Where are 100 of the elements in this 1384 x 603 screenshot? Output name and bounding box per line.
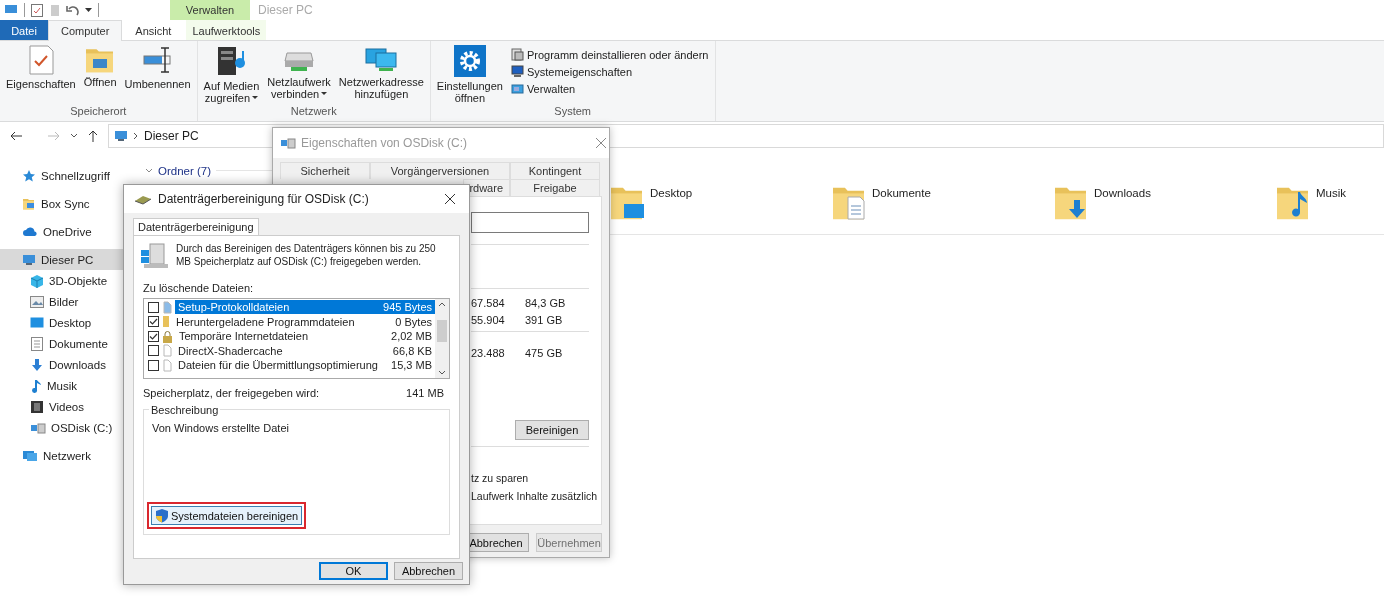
group-label: Netzwerk [289, 105, 338, 117]
ribbon-tab[interactable]: Ansicht [122, 20, 185, 40]
dialog-button[interactable]: Abbrechen [394, 562, 463, 580]
ribbon-tab[interactable]: Laufwerktools [186, 20, 267, 40]
chevron-down-icon[interactable] [70, 133, 78, 139]
description-text: Von Windows erstellte Datei [152, 422, 290, 434]
sidebar-item[interactable]: OneDrive [0, 221, 130, 242]
option-label: Laufwerk Inhalte zusätzlich [471, 490, 598, 504]
byte-count: 23.488 [471, 346, 506, 359]
folder-name[interactable]: Dokumente [872, 182, 931, 199]
sidebar-item[interactable]: Musik [0, 375, 130, 396]
group-header[interactable]: Ordner (7) [158, 164, 212, 177]
sidebar-item[interactable]: Dokumente [0, 333, 130, 354]
shield-icon [155, 508, 169, 523]
system-files-button[interactable]: Systemdateien bereinigen [151, 506, 303, 525]
file-list[interactable]: Setup-Protokolldateien 945 Bytes Heruntergeladene Programmdateien 0 Bytes Temporäre Internetdateien 2,02 MB DirectX-Shadercache 66,8 KB Dateien für die Übermittlungsoptimierung 15,3 MB [143, 298, 450, 379]
ribbon-button[interactable]: Netzwerkadresse hinzufügen [336, 45, 426, 105]
drive-cleanup-icon [140, 240, 170, 268]
cube-icon [30, 273, 44, 288]
size-value: 475 GB [525, 346, 563, 359]
sidebar-item[interactable]: OSDisk (C:) [0, 417, 130, 438]
sidebar-item[interactable]: Netzwerk [0, 445, 130, 466]
ribbon-button[interactable]: Umbenennen [122, 45, 193, 105]
dialog-title: Eigenschaften von OSDisk (C:) [301, 136, 469, 150]
folder-name[interactable]: Desktop [650, 182, 693, 199]
caret-icon[interactable] [85, 7, 92, 13]
sidebar-item[interactable]: Box Sync [0, 193, 130, 214]
undo-icon[interactable] [66, 3, 79, 17]
tool-group-header: Verwalten [170, 0, 250, 20]
address-path: Dieser PC [144, 129, 199, 143]
computer-icon [22, 253, 36, 266]
dialog-title: Datenträgerbereinigung für OSDisk (C:) [158, 192, 370, 206]
space-value: 141 MB [406, 387, 444, 399]
drive-icon [30, 421, 46, 434]
dialog-tab[interactable]: Sicherheit [280, 162, 370, 179]
file-icon [162, 344, 172, 358]
folder-name[interactable]: Downloads [1094, 182, 1151, 199]
program-icon [510, 48, 524, 61]
music-note-icon [30, 378, 42, 393]
ribbon-button[interactable]: Eigenschaften [4, 45, 78, 105]
scroll-up-icon[interactable] [438, 302, 446, 307]
close-icon[interactable] [443, 192, 457, 206]
ribbon-button[interactable]: Auf Medien zugreifen [201, 45, 262, 105]
folder-name[interactable]: Musik [1316, 182, 1347, 199]
group-label: System [553, 105, 592, 117]
ribbon-button[interactable]: Verwalten [508, 81, 711, 96]
computer-icon[interactable] [4, 4, 18, 16]
ribbon-button[interactable]: Systemeigenschaften [508, 64, 711, 79]
file-row[interactable]: Dateien für die Übermittlungsoptimierung 15,3 MB [175, 358, 435, 373]
dialog-tab[interactable]: Vorgängerversionen [370, 162, 510, 179]
media-server-icon [215, 45, 248, 77]
file-icon [162, 300, 172, 314]
lock-icon [162, 329, 173, 343]
size-value: 84,3 GB [525, 296, 566, 309]
ribbon-button[interactable]: Einstellungen öffnen [434, 45, 505, 105]
ribbon-button[interactable]: Netzlaufwerk verbinden [265, 45, 333, 105]
sidebar-item[interactable]: Downloads [0, 354, 130, 375]
drive-icon [280, 137, 296, 149]
group-label: Beschreibung [149, 404, 221, 416]
scroll-thumb[interactable] [437, 319, 447, 342]
checklist-icon [26, 45, 55, 75]
checkbox[interactable] [148, 316, 159, 328]
ribbon-button[interactable]: Öffnen [81, 45, 119, 105]
sidebar-item[interactable]: 3D-Objekte [0, 270, 130, 291]
monitors-icon [364, 45, 399, 73]
scroll-down-icon[interactable] [438, 370, 446, 375]
window-title: Dieser PC [257, 2, 313, 19]
file-row[interactable]: Setup-Protokolldateien 945 Bytes [175, 300, 435, 315]
file-icon [162, 358, 172, 372]
computer-icon [510, 65, 524, 78]
file-row[interactable]: DirectX-Shadercache 66,8 KB [175, 343, 435, 358]
back-arrow-icon[interactable] [10, 131, 22, 141]
sidebar-item[interactable]: Videos [0, 396, 130, 417]
up-arrow-icon[interactable] [88, 130, 98, 142]
download-icon [30, 357, 44, 372]
checkbox[interactable] [148, 359, 159, 371]
sidebar-item[interactable]: Bilder [0, 291, 130, 312]
name-field[interactable] [471, 212, 589, 233]
dialog-tab[interactable]: Datenträgerbereinigung [133, 218, 259, 235]
byte-count: 67.584 [471, 296, 506, 309]
star-icon [22, 168, 36, 183]
chevron-down-icon[interactable] [145, 167, 153, 174]
ribbon-tab[interactable]: Computer [48, 20, 123, 41]
sidebar-item[interactable]: Schnellzugriff [0, 165, 130, 186]
disk-cleanup-icon [134, 193, 152, 205]
ribbon-button[interactable]: Programm deinstallieren oder ändern [508, 47, 711, 62]
list-label: Zu löschende Dateien: [143, 282, 255, 294]
clean-up-button[interactable]: Bereinigen [515, 420, 589, 440]
file-row[interactable]: Temporäre Internetdateien 2,02 MB [176, 329, 435, 344]
checklist-icon[interactable] [31, 3, 44, 17]
dialog-tab[interactable]: Freigabe [510, 179, 600, 196]
settings-icon [453, 45, 486, 77]
ribbon-tab[interactable]: Datei [0, 20, 48, 40]
checkbox[interactable] [148, 330, 159, 342]
dialog-tab[interactable]: Kontingent [510, 162, 600, 179]
checkbox[interactable] [148, 345, 159, 357]
file-row[interactable]: Heruntergeladene Programmdateien 0 Bytes [173, 314, 435, 329]
checkbox[interactable] [148, 301, 159, 313]
sidebar-item[interactable]: Desktop [0, 312, 130, 333]
dialog-button[interactable]: OK [319, 562, 388, 580]
